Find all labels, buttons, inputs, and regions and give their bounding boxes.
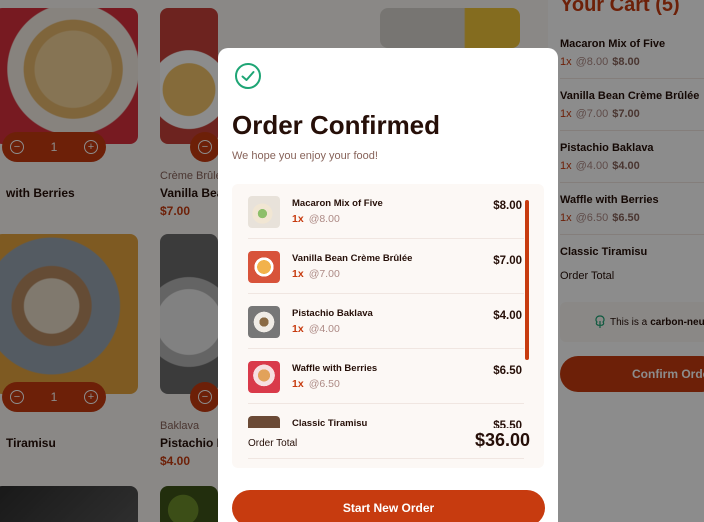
baklava-thumbnail bbox=[248, 306, 280, 338]
order-item-price: $8.00 bbox=[493, 200, 522, 212]
order-item-name: Pistachio Baklava bbox=[292, 308, 373, 319]
order-item-name: Macaron Mix of Five bbox=[292, 198, 383, 209]
order-item-unit-price: @4.00 bbox=[308, 323, 340, 335]
order-item-price: $7.00 bbox=[493, 255, 522, 267]
check-circle-icon bbox=[235, 63, 261, 89]
order-item-qty: 1x bbox=[292, 323, 304, 335]
order-item-unit-price: @6.50 bbox=[308, 378, 340, 390]
waffle-thumbnail bbox=[248, 361, 280, 393]
order-item-unit-price: @8.00 bbox=[308, 213, 340, 225]
order-item-name: Waffle with Berries bbox=[292, 363, 378, 374]
order-item-qty: 1x bbox=[292, 378, 304, 390]
order-item: Waffle with Berries 1x @6.50 $6.50 bbox=[248, 349, 524, 404]
modal-title: Order Confirmed bbox=[232, 110, 441, 140]
start-new-order-button[interactable]: Start New Order bbox=[232, 490, 545, 522]
order-summary-list[interactable]: Macaron Mix of Five 1x @8.00 $8.00 Vanill… bbox=[232, 184, 544, 468]
order-item-name: Vanilla Bean Crème Brûlée bbox=[292, 253, 413, 264]
creme-brulee-thumbnail bbox=[248, 251, 280, 283]
order-item-unit-price: @7.00 bbox=[308, 268, 340, 280]
macaron-thumbnail bbox=[248, 196, 280, 228]
order-confirmed-modal: Order Confirmed We hope you enjoy your f… bbox=[218, 48, 558, 522]
order-item-price: $6.50 bbox=[493, 365, 522, 377]
order-item-qty: 1x bbox=[292, 268, 304, 280]
order-total-value: $36.00 bbox=[474, 430, 530, 450]
modal-subtitle: We hope you enjoy your food! bbox=[232, 150, 378, 162]
order-item: Macaron Mix of Five 1x @8.00 $8.00 bbox=[248, 184, 524, 239]
order-item: Pistachio Baklava 1x @4.00 $4.00 bbox=[248, 294, 524, 349]
order-item: Vanilla Bean Crème Brûlée 1x @7.00 $7.00 bbox=[248, 239, 524, 294]
order-item-qty: 1x bbox=[292, 213, 304, 225]
scrollbar[interactable] bbox=[525, 200, 529, 360]
order-total-row: Order Total $36.00 bbox=[248, 428, 530, 458]
order-total-label: Order Total bbox=[248, 438, 298, 449]
order-item-price: $4.00 bbox=[493, 310, 522, 322]
